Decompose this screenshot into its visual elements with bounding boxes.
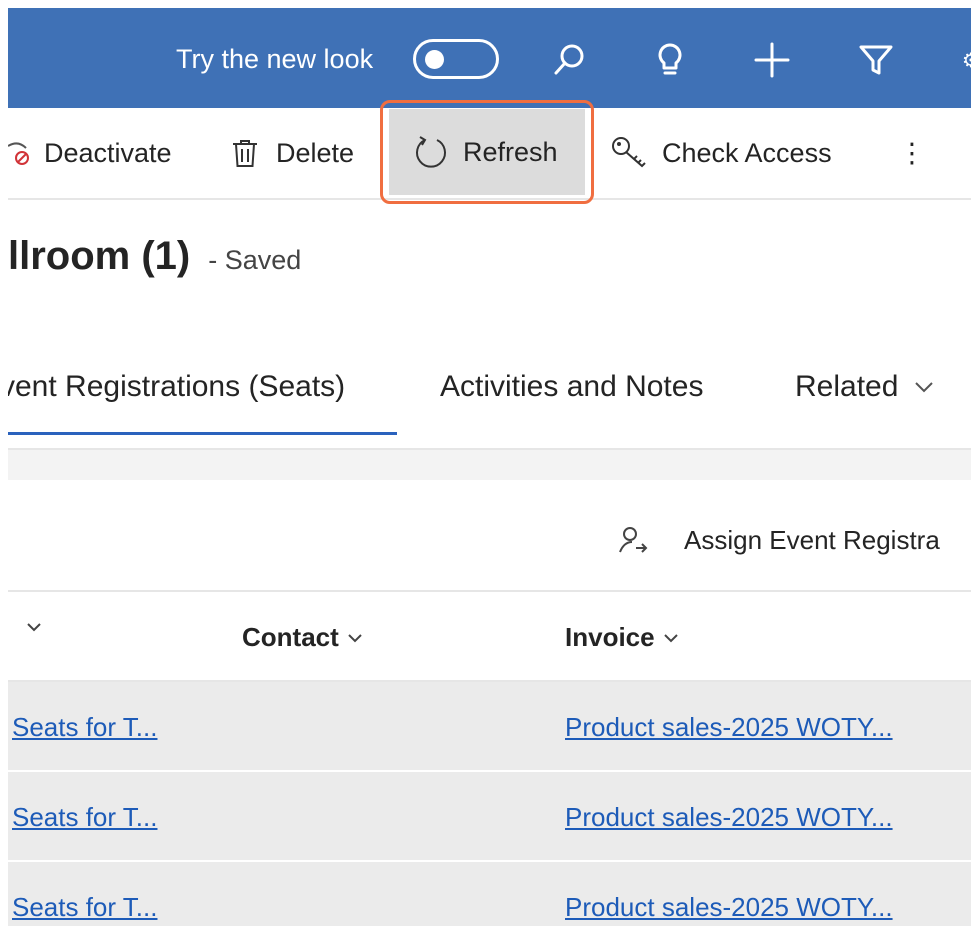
top-navigation-bar: Try the new look ⚙ [8,8,971,108]
table-row[interactable]: Seats for T... Product sales-2025 WOTY..… [8,862,971,926]
refresh-highlight: Refresh [380,100,594,204]
column-header-name[interactable] [18,622,42,632]
chevron-down-icon [663,633,678,642]
assign-user-icon [619,527,648,553]
tab-event-registrations[interactable]: vent Registrations (Seats) [8,370,345,404]
section-separator [8,450,971,480]
table-row[interactable]: Seats for T... Product sales-2025 WOTY..… [8,682,971,772]
table-row[interactable]: Seats for T... Product sales-2025 WOTY..… [8,772,971,862]
tab-related-label: Related [795,370,899,403]
row-name-link[interactable]: Seats for T... [12,892,157,923]
key-icon [610,135,648,171]
deactivate-label: Deactivate [44,137,172,168]
assign-label: Assign Event Registra [684,524,940,555]
tab-related[interactable]: Related [795,370,934,404]
grid-header-row: Contact Invoice [8,592,971,682]
trash-icon [230,136,260,170]
deactivate-button[interactable]: Deactivate [8,108,172,198]
refresh-button[interactable]: Refresh [389,109,585,195]
record-header: llroom (1) - Saved [8,234,301,284]
subgrid-toolbar: Assign Event Registra [8,480,971,592]
deactivate-icon [8,136,32,170]
lightbulb-icon[interactable] [648,38,692,82]
try-new-look-label: Try the new look [176,44,374,74]
column-header-contact[interactable]: Contact [242,622,363,653]
assign-event-registrations-button[interactable]: Assign Event Registra [618,524,940,556]
tab-activities-and-notes[interactable]: Activities and Notes [440,370,703,404]
plus-icon[interactable] [750,38,794,82]
row-invoice-link[interactable]: Product sales-2025 WOTY... [565,802,893,833]
more-commands-button[interactable]: ⋮ [898,108,926,198]
active-tab-indicator [8,432,397,435]
delete-button[interactable]: Delete [230,108,354,198]
form-tabs: vent Registrations (Seats) Activities an… [8,348,971,450]
check-access-button[interactable]: Check Access [610,108,832,198]
toggle-knob [425,50,444,69]
delete-label: Delete [276,137,355,168]
row-name-link[interactable]: Seats for T... [12,712,157,743]
app-frame: Try the new look ⚙ Deactivate Delete Che… [8,8,971,926]
check-access-label: Check Access [662,137,832,168]
save-status: - Saved [208,245,302,275]
filter-icon[interactable] [854,38,898,82]
search-icon[interactable] [548,38,592,82]
settings-icon[interactable]: ⚙ [962,51,971,71]
row-invoice-link[interactable]: Product sales-2025 WOTY... [565,712,893,743]
more-icon: ⋮ [898,137,926,168]
chevron-down-icon [348,633,362,642]
chevron-down-icon [915,382,934,393]
row-name-link[interactable]: Seats for T... [12,802,157,833]
chevron-down-icon [27,623,41,632]
refresh-label: Refresh [463,136,558,167]
refresh-icon [413,134,449,170]
record-title: llroom (1) [8,234,191,278]
column-header-invoice[interactable]: Invoice [565,622,679,653]
new-look-toggle[interactable] [413,39,499,79]
row-invoice-link[interactable]: Product sales-2025 WOTY... [565,892,893,923]
